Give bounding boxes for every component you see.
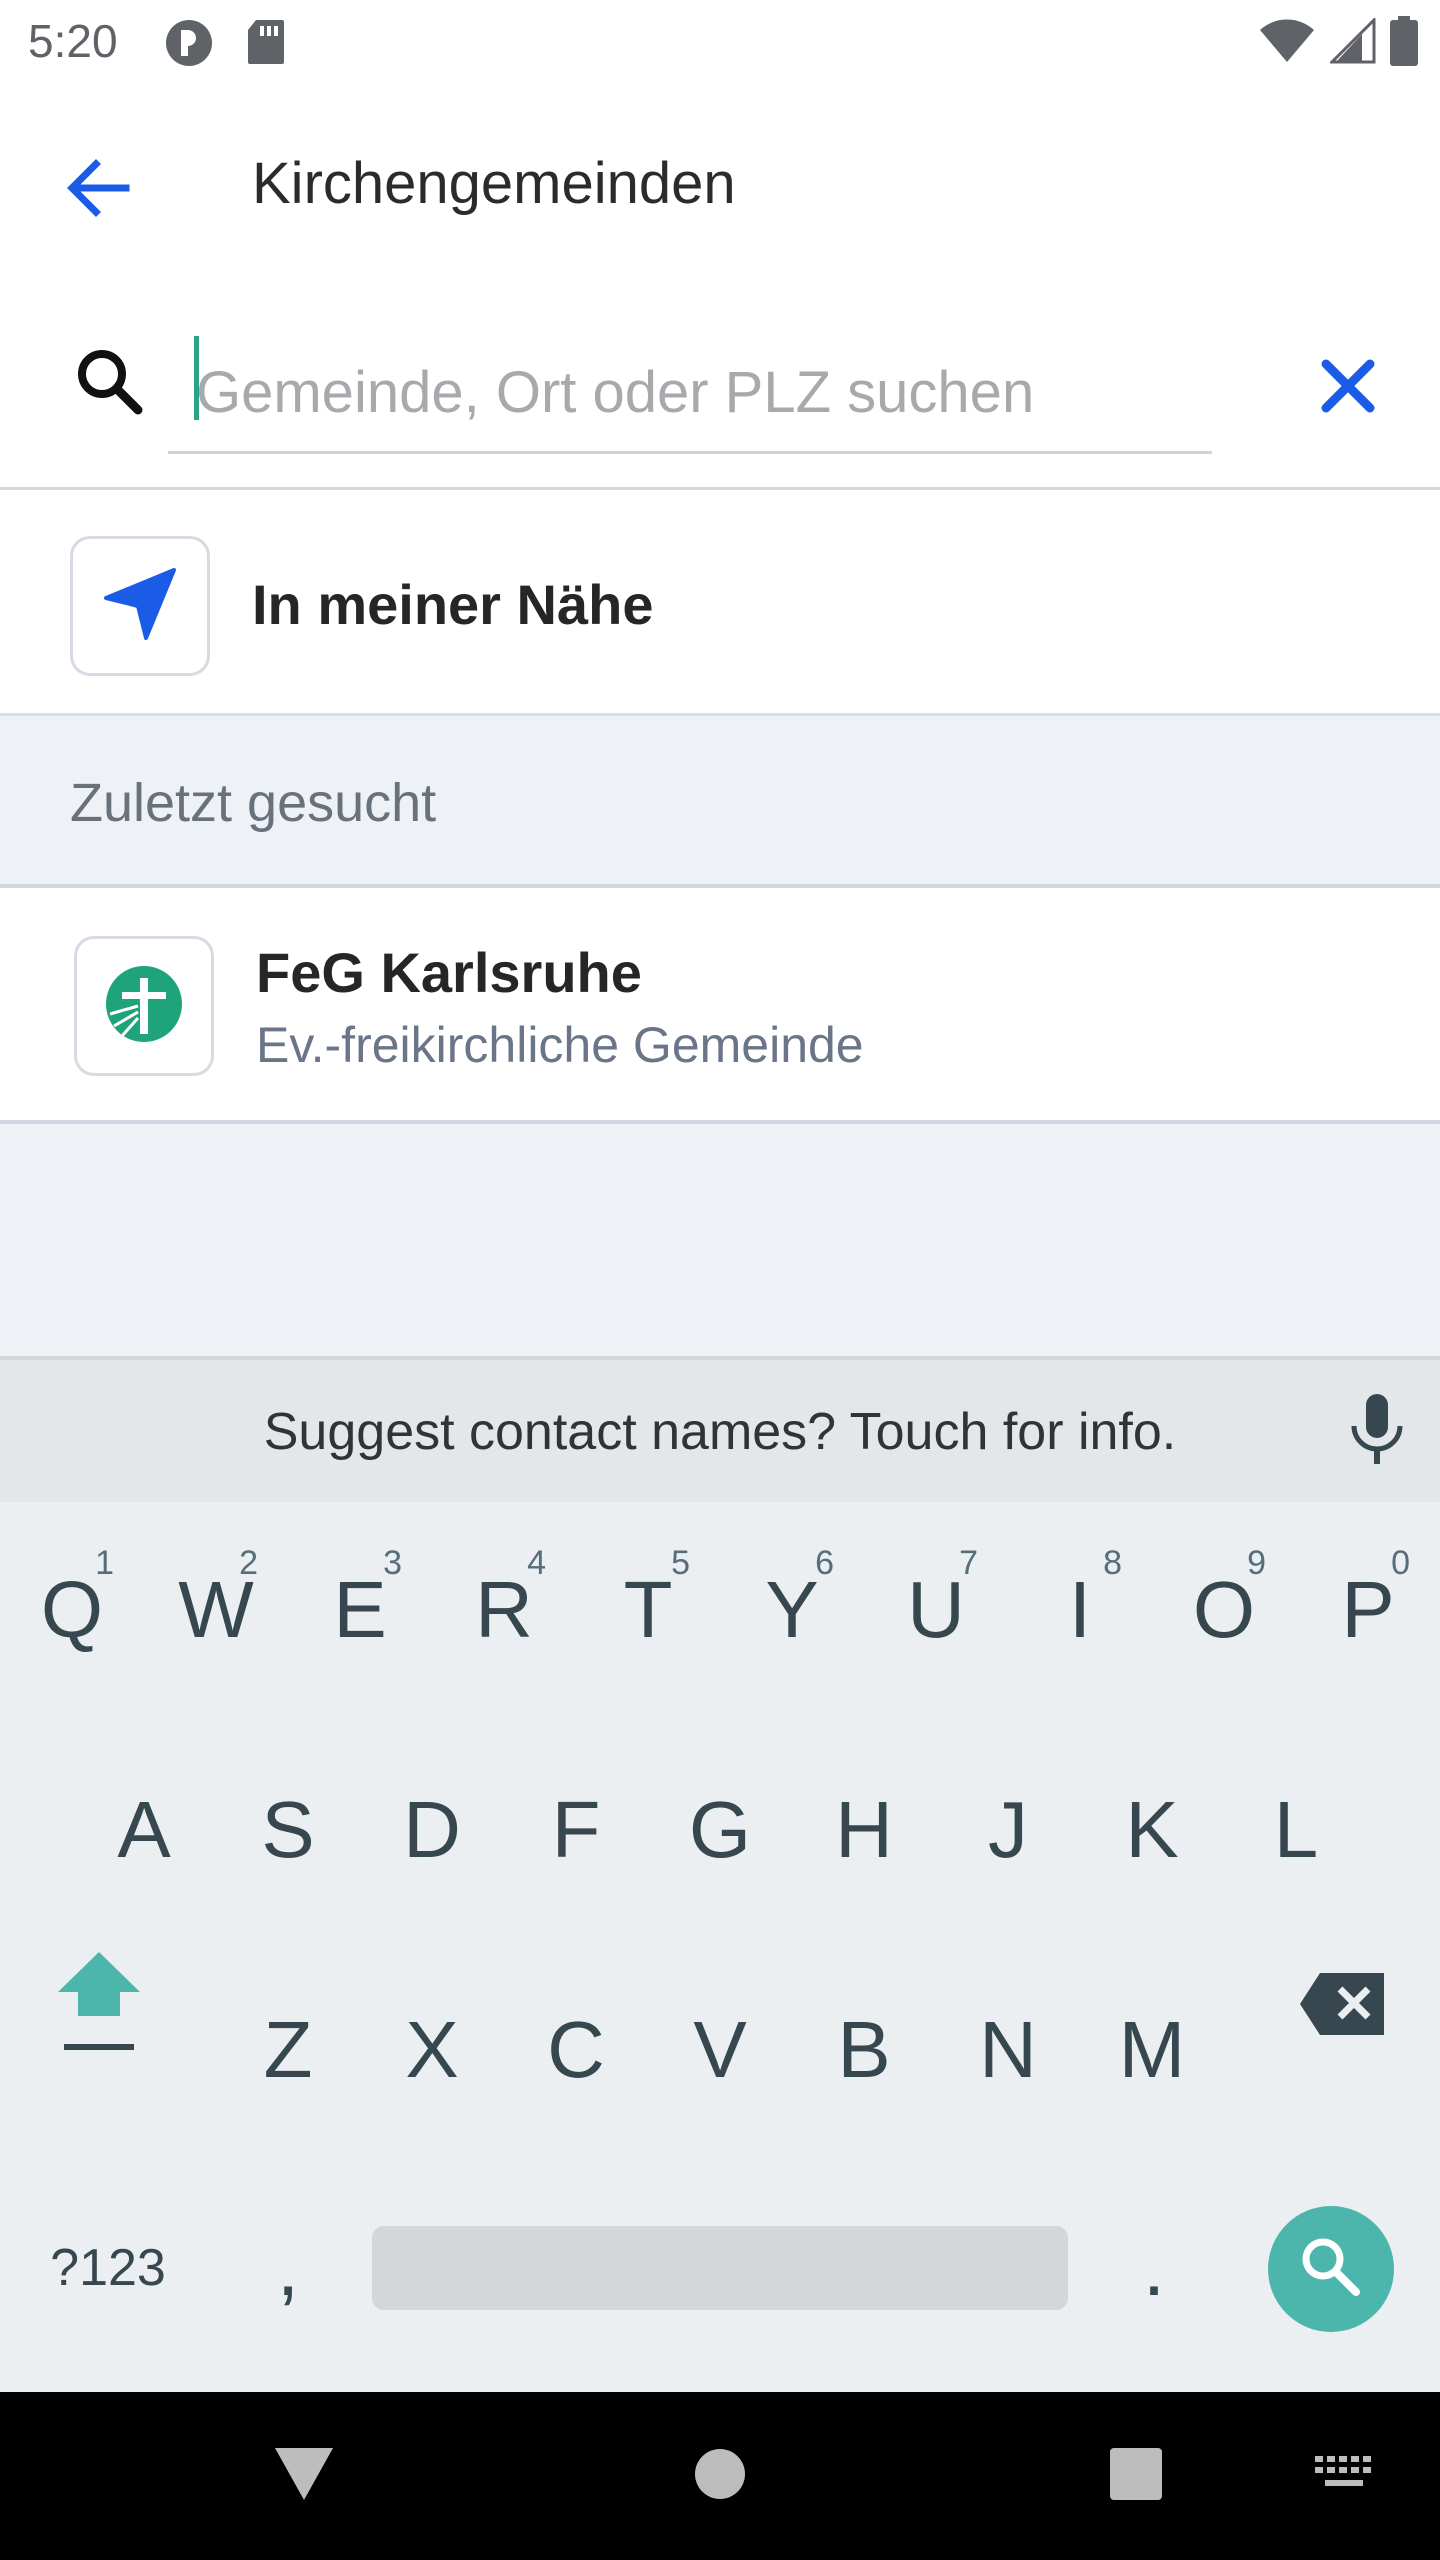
status-bar: 5:20 <box>0 0 1440 84</box>
key-label: Q <box>40 1565 104 1654</box>
page-title: Kirchengemeinden <box>252 151 736 216</box>
search-input[interactable] <box>168 334 1212 454</box>
text-caret <box>194 336 199 420</box>
key-x[interactable]: X <box>360 1950 504 2150</box>
key-c[interactable]: C <box>504 1950 648 2150</box>
key-hint: 7 <box>959 1544 978 1582</box>
battery-icon <box>1390 16 1418 71</box>
key-hint: 4 <box>527 1544 546 1582</box>
key-h[interactable]: H <box>792 1730 936 1930</box>
key-k[interactable]: K <box>1080 1730 1224 1930</box>
search-icon <box>1296 2232 1366 2307</box>
search-icon <box>72 344 152 424</box>
key-i[interactable]: I8 <box>1008 1510 1152 1710</box>
key-f[interactable]: F <box>504 1730 648 1930</box>
key-m[interactable]: M <box>1080 1950 1224 2150</box>
key-e[interactable]: E3 <box>288 1510 432 1710</box>
suggestion-text: Suggest contact names? Touch for info. <box>263 1403 1177 1461</box>
square-recents-icon <box>1110 2447 1162 2505</box>
key-w[interactable]: W2 <box>144 1510 288 1710</box>
key-hint: 6 <box>815 1544 834 1582</box>
key-j[interactable]: J <box>936 1730 1080 1930</box>
key-label: O <box>1192 1565 1256 1654</box>
shift-key[interactable] <box>24 1910 174 2110</box>
key-hint: 9 <box>1247 1544 1266 1582</box>
key-z[interactable]: Z <box>216 1950 360 2150</box>
close-icon <box>1320 358 1376 419</box>
navigation-bar <box>0 2392 1440 2560</box>
key-hint: 0 <box>1391 1544 1410 1582</box>
key-u[interactable]: U7 <box>864 1510 1008 1710</box>
app-notification-icon <box>164 18 214 73</box>
on-screen-keyboard: Suggest contact names? Touch for info. ?… <box>0 1356 1440 2392</box>
nearby-label: In meiner Nähe <box>252 573 654 636</box>
key-b[interactable]: B <box>792 1950 936 2150</box>
suggestion-strip[interactable]: Suggest contact names? Touch for info. <box>0 1360 1440 1502</box>
key-hint: 2 <box>239 1544 258 1582</box>
key-label: I <box>1068 1565 1092 1654</box>
key-n[interactable]: N <box>936 1950 1080 2150</box>
list-item[interactable]: FeG Karlsruhe Ev.-freikirchliche Gemeind… <box>0 888 1440 1124</box>
nav-home-button[interactable] <box>672 2436 768 2516</box>
church-name: FeG Karlsruhe <box>256 941 642 1004</box>
back-button[interactable] <box>50 142 146 238</box>
key-s[interactable]: S <box>216 1730 360 1930</box>
keyboard-icon <box>1313 2454 1375 2499</box>
key-label: T <box>623 1565 673 1654</box>
keyboard-search-button[interactable] <box>1268 2206 1394 2332</box>
clear-search-button[interactable] <box>1300 340 1396 436</box>
backspace-key[interactable] <box>1268 1910 1418 2110</box>
key-hint: 8 <box>1103 1544 1122 1582</box>
key-v[interactable]: V <box>648 1950 792 2150</box>
nearby-icon-box <box>70 536 210 676</box>
key-label: R <box>475 1565 533 1654</box>
triangle-back-icon <box>273 2446 335 2507</box>
key-y[interactable]: Y6 <box>720 1510 864 1710</box>
app-bar: Kirchengemeinden <box>0 84 1440 284</box>
key-q[interactable]: Q1 <box>0 1510 144 1710</box>
key-a[interactable]: A <box>72 1730 216 1930</box>
navigation-arrow-icon <box>100 564 180 649</box>
key-t[interactable]: T5 <box>576 1510 720 1710</box>
nav-back-button[interactable] <box>256 2436 352 2516</box>
recent-section-title: Zuletzt gesucht <box>70 773 437 833</box>
arrow-back-icon <box>66 158 130 223</box>
nav-recents-button[interactable] <box>1088 2436 1184 2516</box>
key-g[interactable]: G <box>648 1730 792 1930</box>
key-hint: 5 <box>671 1544 690 1582</box>
recent-section-header: Zuletzt gesucht <box>0 716 1440 888</box>
status-time: 5:20 <box>28 15 118 67</box>
space-key[interactable] <box>372 2226 1068 2310</box>
backspace-icon <box>1298 1964 1388 2056</box>
microphone-icon[interactable] <box>1342 1390 1412 1470</box>
key-label: U <box>907 1565 965 1654</box>
nearby-item[interactable]: In meiner Nähe <box>0 490 1440 716</box>
key-hint: 1 <box>95 1544 114 1582</box>
church-subtitle: Ev.-freikirchliche Gemeinde <box>256 1017 864 1073</box>
key-o[interactable]: O9 <box>1152 1510 1296 1710</box>
church-logo-icon <box>104 964 184 1049</box>
key-hint: 3 <box>383 1544 402 1582</box>
key-label: P <box>1341 1565 1395 1654</box>
sd-card-icon <box>246 18 286 71</box>
key-r[interactable]: R4 <box>432 1510 576 1710</box>
church-logo <box>74 936 214 1076</box>
key-l[interactable]: L <box>1224 1730 1368 1930</box>
comma-key[interactable]: , <box>216 2168 360 2368</box>
period-key[interactable]: . <box>1082 2168 1226 2368</box>
cell-signal-icon <box>1328 16 1376 69</box>
wifi-icon <box>1258 18 1316 69</box>
nav-keyboard-switch-button[interactable] <box>1296 2436 1392 2516</box>
key-label: Y <box>765 1565 819 1654</box>
search-bar <box>0 284 1440 490</box>
key-p[interactable]: P0 <box>1296 1510 1440 1710</box>
circle-home-icon <box>694 2448 746 2505</box>
empty-list-area <box>0 1124 1440 1356</box>
key-label: E <box>333 1565 387 1654</box>
symbols-key[interactable]: ?123 <box>36 2168 180 2368</box>
shift-icon <box>54 1946 144 2075</box>
key-d[interactable]: D <box>360 1730 504 1930</box>
